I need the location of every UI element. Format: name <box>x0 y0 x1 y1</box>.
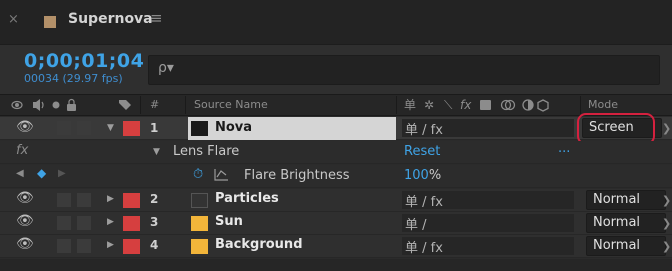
solo-toggle[interactable] <box>57 193 71 207</box>
property-value-unit: % <box>428 168 442 183</box>
visibility-eye-icon[interactable]: 👁 <box>16 213 34 229</box>
layer-number: 1 <box>150 121 159 135</box>
reset-link[interactable]: Reset <box>404 144 440 159</box>
layer-switch-symbols[interactable]: 单 / <box>405 214 427 233</box>
frame-count: 00034 (29.97 fps) <box>24 72 123 85</box>
layer-swatch <box>191 121 208 136</box>
search-input[interactable] <box>148 55 660 85</box>
next-keyframe-icon[interactable]: ▶ <box>58 168 66 179</box>
lock-toggle[interactable] <box>77 216 91 230</box>
layer-switch-symbols[interactable]: 单 / fx <box>405 237 443 256</box>
label-tag-icon <box>119 100 131 110</box>
layer-number: 3 <box>150 215 159 229</box>
layer-name[interactable]: Nova <box>215 120 252 135</box>
chevron-down-icon[interactable]: ❯ <box>662 122 671 135</box>
current-time-display[interactable]: 0;00;01;04 <box>24 50 144 72</box>
expand-triangle-icon[interactable]: ▶ <box>107 217 114 227</box>
mode-header[interactable]: Mode <box>588 98 618 111</box>
svg-text:单: 单 <box>404 98 416 112</box>
lock-toggle[interactable] <box>77 239 91 253</box>
mode-dropdown[interactable]: Normal <box>586 213 666 233</box>
composition-swatch <box>44 16 56 28</box>
layer-number: 2 <box>150 192 159 206</box>
layer-switches-header-icons: 单 ✲ ⟍ fx <box>404 98 549 112</box>
fx-icon: fx <box>16 143 29 158</box>
layer-name[interactable]: Background <box>215 237 303 252</box>
close-icon[interactable]: × <box>8 12 19 27</box>
layer-switch-symbols[interactable]: 单 / fx <box>405 119 443 138</box>
expand-triangle-icon[interactable]: ▼ <box>153 147 160 157</box>
composition-tab-title[interactable]: Supernova <box>68 11 153 27</box>
column-separator <box>396 96 397 114</box>
expand-triangle-icon[interactable]: ▶ <box>107 240 114 250</box>
visibility-eye-icon[interactable]: 👁 <box>16 119 34 135</box>
chevron-down-icon[interactable]: ❯ <box>662 240 671 253</box>
svg-text:⟍: ⟍ <box>444 98 453 112</box>
layer-number: 4 <box>150 238 159 252</box>
layer-switches[interactable] <box>402 214 574 232</box>
svg-text:fx: fx <box>460 98 472 112</box>
panel-menu-icon[interactable]: ≡ <box>150 9 163 27</box>
prev-keyframe-icon[interactable]: ◀ <box>16 168 24 179</box>
column-separator <box>140 96 141 114</box>
mode-dropdown[interactable]: Normal <box>586 190 666 210</box>
lock-toggle[interactable] <box>77 193 91 207</box>
visibility-eye-icon[interactable]: 👁 <box>16 236 34 252</box>
lock-toggle[interactable] <box>77 121 91 135</box>
solo-toggle[interactable] <box>57 239 71 253</box>
visibility-eye-icon[interactable]: 👁 <box>16 190 34 206</box>
solo-toggle[interactable] <box>57 216 71 230</box>
layer-switch-symbols[interactable]: 单 / fx <box>405 191 443 210</box>
property-name: Flare Brightness <box>244 168 350 183</box>
column-separator <box>580 96 581 114</box>
layer-swatch <box>191 216 208 231</box>
graph-icon[interactable] <box>214 169 228 181</box>
label-color-chip[interactable] <box>123 193 140 208</box>
effect-name[interactable]: Lens Flare <box>173 144 239 159</box>
mode-dropdown[interactable]: Normal <box>586 236 666 256</box>
chevron-down-icon[interactable]: ❯ <box>662 217 671 230</box>
timeline-footer <box>0 259 672 271</box>
source-name-header[interactable]: Source Name <box>194 98 268 111</box>
keyframe-icon[interactable]: ◆ <box>37 166 46 180</box>
layer-swatch <box>191 193 208 208</box>
label-color-chip[interactable] <box>123 216 140 231</box>
column-separator <box>185 96 186 114</box>
layer-name[interactable]: Sun <box>215 214 243 229</box>
stopwatch-icon[interactable]: ⏱ <box>193 167 203 182</box>
av-switches-header-icons <box>11 98 76 111</box>
layer-number-header: # <box>150 98 160 111</box>
layer-name[interactable]: Particles <box>215 191 279 206</box>
expand-triangle-icon[interactable]: ▼ <box>107 123 114 133</box>
chevron-down-icon[interactable]: ❯ <box>662 194 671 207</box>
label-color-chip[interactable] <box>123 239 140 254</box>
property-value-number[interactable]: 100 <box>404 168 429 183</box>
layer-swatch <box>191 239 208 254</box>
label-color-chip[interactable] <box>123 121 140 136</box>
solo-toggle[interactable] <box>57 121 71 135</box>
search-icon[interactable]: ρ▾ <box>158 60 174 76</box>
expand-triangle-icon[interactable]: ▶ <box>107 194 114 204</box>
property-value[interactable]: 100% <box>404 168 441 183</box>
effect-options-link[interactable]: ... <box>558 141 570 156</box>
effect-row[interactable] <box>0 141 672 164</box>
svg-text:✲: ✲ <box>424 98 434 112</box>
